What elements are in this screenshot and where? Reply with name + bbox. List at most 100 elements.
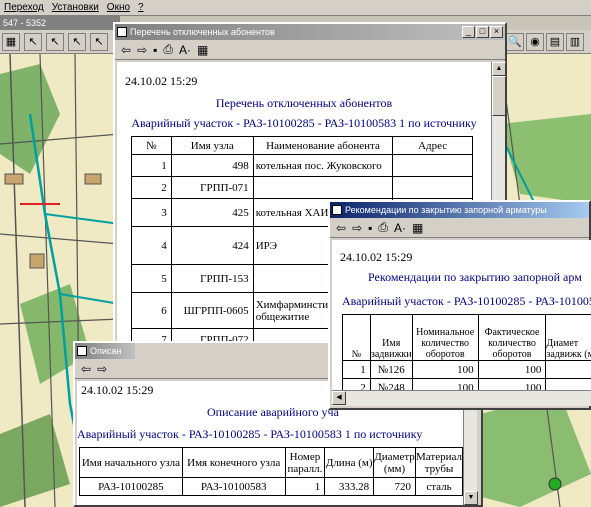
cell-valve-name: №126	[369, 360, 413, 379]
description-window-title: Описан	[90, 346, 122, 356]
select-arrow-icon[interactable]: ↖	[24, 33, 42, 51]
print-icon[interactable]: ▤	[546, 33, 564, 51]
maximize-button[interactable]: □	[476, 26, 489, 38]
description-titlebar[interactable]: Описан	[75, 343, 135, 359]
table-row: 1 №126 100 100 6	[342, 360, 591, 379]
recommendations-window-title: Рекомендации по закрытию запорной армату…	[345, 205, 547, 215]
report-timestamp: 24.10.02 15:29	[340, 250, 413, 264]
subscribers-titlebar[interactable]: Перечень отключенных абонентов _ □ ×	[115, 24, 505, 40]
font-icon[interactable]: A·	[394, 221, 406, 235]
map-window-title: 547 - 5352	[0, 16, 120, 30]
window-icon	[332, 205, 342, 215]
column-header: Имя задвижки	[369, 314, 413, 361]
menu-item-ustanovki[interactable]: Установки	[48, 2, 103, 13]
forward-arrow-icon[interactable]: ⇨	[352, 221, 362, 235]
column-header: Диаметр (мм)	[373, 447, 417, 478]
column-header: Номер паралл.	[284, 447, 326, 478]
cell-node-name: ГРПП-071	[170, 176, 254, 199]
close-button[interactable]: ×	[490, 26, 503, 38]
cell-end-node: РАЗ-10100583	[181, 477, 286, 496]
report-heading: Перечень отключенных абонентов	[215, 96, 393, 110]
print-icon[interactable]: ⎙	[163, 42, 173, 57]
column-header: Имя узла	[170, 136, 254, 155]
cell-number: 3	[131, 198, 172, 227]
column-header: Имя начального узла	[79, 447, 183, 478]
grid-icon[interactable]: ▦	[2, 33, 20, 51]
cell-length: 333.28	[324, 477, 375, 496]
report-subheading: Аварийный участок - РАЗ-10100285 - РАЗ-1…	[131, 116, 477, 130]
recommendations-hscrollbar[interactable]: ◀	[332, 390, 591, 406]
table-row: 2 ГРПП-071	[131, 176, 473, 199]
cell-parallel: 1	[284, 477, 326, 496]
subscribers-window-title: Перечень отключенных абонентов	[130, 27, 275, 37]
save-icon[interactable]: ▪	[368, 221, 372, 235]
cell-number: 1	[131, 154, 172, 177]
select-node-icon[interactable]: ↖	[46, 33, 64, 51]
menu-item-help[interactable]: ?	[134, 2, 148, 13]
menu-item-okno[interactable]: Окно	[103, 2, 134, 13]
report-heading: Рекомендации по закрытию запорной арм	[368, 270, 582, 284]
recommendations-window[interactable]: Рекомендации по закрытию запорной армату…	[328, 200, 591, 410]
report-subheading: Аварийный участок - РАЗ-10100285 - РАЗ-1…	[342, 294, 591, 308]
cell-node-name: 425	[170, 198, 254, 227]
back-arrow-icon[interactable]: ⇦	[336, 221, 346, 235]
forward-arrow-icon[interactable]: ⇨	[137, 43, 147, 57]
report-timestamp: 24.10.02 15:29	[81, 383, 154, 397]
table-icon[interactable]: ▦	[412, 221, 423, 235]
recommendations-titlebar[interactable]: Рекомендации по закрытию запорной армату…	[330, 202, 589, 218]
cell-diameter: 6	[545, 360, 591, 379]
column-header: Диамет задвижк (мм)	[545, 314, 591, 361]
menu-item-perehod[interactable]: Переход	[0, 2, 48, 13]
description-table: Имя начального узла Имя конечного узла Н…	[79, 447, 463, 496]
print-icon[interactable]: ⎙	[378, 220, 388, 235]
subscribers-toolbar: ⇦ ⇨ ▪ ⎙ A· ▦	[115, 40, 505, 60]
cell-material: сталь	[415, 477, 463, 496]
cell-number: 1	[342, 360, 371, 379]
back-arrow-icon[interactable]: ⇦	[81, 362, 91, 376]
camera-icon[interactable]: ◉	[526, 33, 544, 51]
cell-actual-turns: 100	[477, 378, 547, 390]
save-icon[interactable]: ▪	[153, 43, 157, 57]
print-color-icon[interactable]: ▥	[566, 33, 584, 51]
cell-node-name: ГРПП-153	[170, 264, 254, 293]
zoom-icon[interactable]: 🔍	[506, 33, 524, 51]
cell-number: 5	[131, 264, 172, 293]
cell-node-name: ШГРПП-0605	[170, 292, 254, 329]
table-row: 2 №248 100 100 6	[342, 378, 591, 390]
column-header: Номинальное количество оборотов	[411, 314, 479, 361]
column-header: Длина (м)	[324, 447, 375, 478]
cell-valve-name: №248	[369, 378, 413, 390]
scroll-down-arrow[interactable]: ▼	[464, 491, 478, 505]
cell-number: 6	[131, 292, 172, 329]
column-header: Материал трубы	[415, 447, 463, 478]
column-header: №	[131, 136, 172, 155]
back-arrow-icon[interactable]: ⇦	[121, 43, 131, 57]
scroll-thumb[interactable]	[492, 76, 506, 116]
cell-subscriber-name: котельная пос. Жуковского	[252, 154, 394, 177]
cell-nominal-turns: 100	[411, 378, 479, 390]
recommendations-report: 24.10.02 15:29 Рекомендации по закрытию …	[332, 240, 591, 390]
table-row: РАЗ-10100285 РАЗ-10100583 1 333.28 720 с…	[79, 477, 463, 496]
cell-number: 2	[131, 176, 172, 199]
window-icon	[77, 346, 87, 356]
recommendations-table: № Имя задвижки Номинальное количество об…	[342, 314, 591, 390]
recommendations-toolbar: ⇦ ⇨ ▪ ⎙ A· ▦	[330, 218, 589, 238]
report-heading: Описание аварийного уча	[207, 405, 339, 419]
table-row: 1 498 котельная пос. Жуковского	[131, 154, 473, 177]
font-icon[interactable]: A·	[179, 43, 191, 57]
select-tool-icon[interactable]: ↖	[90, 33, 108, 51]
cell-node-name: 498	[170, 154, 254, 177]
column-header: Имя конечного узла	[181, 447, 286, 478]
window-icon	[117, 27, 127, 37]
cell-diameter: 720	[373, 477, 417, 496]
cell-node-name: 424	[170, 226, 254, 265]
select-edge-icon[interactable]: ↖	[68, 33, 86, 51]
report-timestamp: 24.10.02 15:29	[125, 74, 198, 88]
cell-diameter: 6	[545, 378, 591, 390]
cell-nominal-turns: 100	[411, 360, 479, 379]
scroll-up-arrow[interactable]: ▲	[492, 62, 506, 76]
forward-arrow-icon[interactable]: ⇨	[97, 362, 107, 376]
minimize-button[interactable]: _	[462, 26, 475, 38]
scroll-left-arrow[interactable]: ◀	[332, 391, 346, 405]
table-icon[interactable]: ▦	[197, 43, 208, 57]
